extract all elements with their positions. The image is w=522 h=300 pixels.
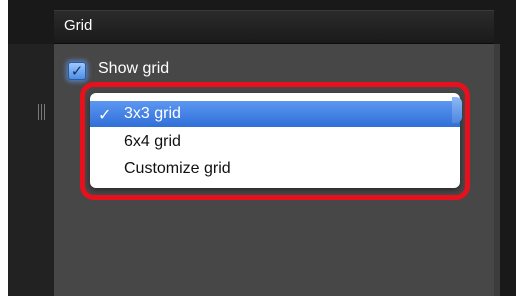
panel-title: Grid [64,17,93,34]
screenshot-frame: Grid ✓ Show grid ✓ 3x3 grid 6x4 grid Cus… [0,0,522,300]
grip-handle-icon[interactable] [38,104,48,120]
show-grid-checkbox[interactable]: ✓ [68,62,86,80]
show-grid-label[interactable]: Show grid [98,60,169,78]
checkmark-icon: ✓ [70,62,84,80]
panel-edge [494,44,500,296]
annotation-highlight-box [80,82,470,200]
panel-grip-strip[interactable] [8,44,55,296]
grid-panel-header[interactable]: Grid [54,10,494,44]
